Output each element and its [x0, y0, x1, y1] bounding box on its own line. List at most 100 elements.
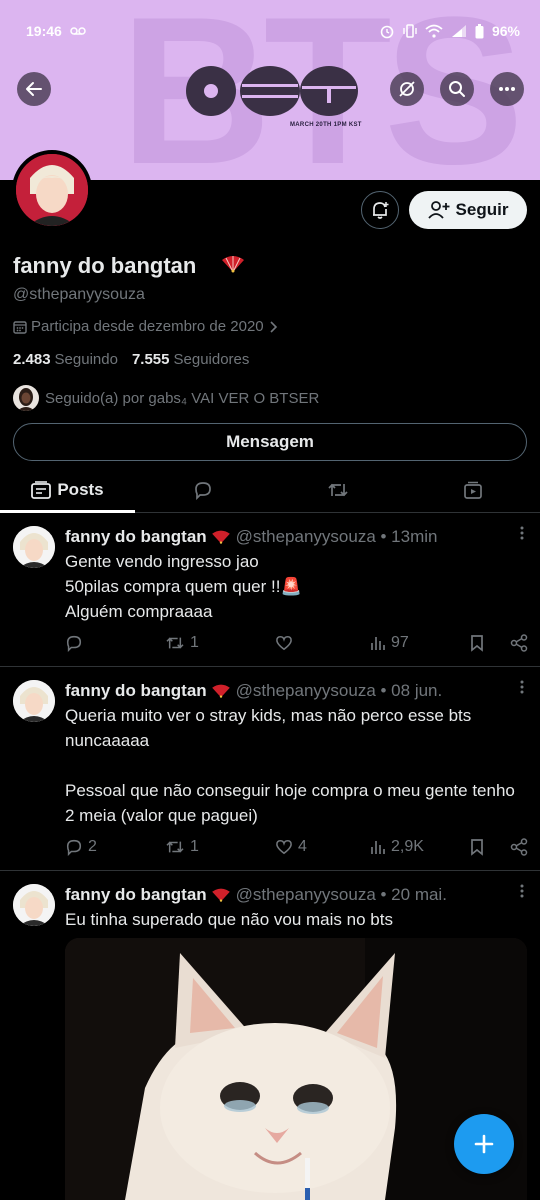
battery-icon [475, 23, 484, 38]
profile-handle: @sthepanyysouza [13, 286, 145, 303]
like-button[interactable]: 4 [275, 838, 370, 856]
following-link[interactable]: 2.483 Seguindo [13, 351, 118, 368]
post-avatar[interactable] [13, 884, 55, 926]
followed-by[interactable]: Seguido(a) por gabs₄ VAI VER O BTSER [13, 385, 319, 411]
bookmark-button[interactable] [470, 838, 510, 856]
more-options-button[interactable] [490, 72, 524, 106]
vibrate-icon [403, 24, 417, 38]
post-more-button[interactable] [520, 526, 524, 545]
calendar-icon [13, 320, 27, 334]
display-name: fanny do bangtan [13, 253, 197, 278]
views-button[interactable]: 97 [370, 634, 470, 652]
following-label: Seguindo [54, 351, 118, 368]
reply-button[interactable] [65, 634, 165, 652]
post-author[interactable]: fanny do bangtan [65, 527, 207, 547]
heart-icon [276, 840, 292, 855]
post-more-button[interactable] [520, 680, 524, 699]
add-user-icon [427, 201, 450, 219]
like-count: 4 [298, 838, 307, 855]
post-author[interactable]: fanny do bangtan [65, 681, 207, 701]
repost-button[interactable]: 1 [165, 634, 275, 652]
follower-avatar-image [13, 385, 39, 411]
bookmark-button[interactable] [470, 634, 510, 652]
message-label: Mensagem [226, 432, 314, 451]
post-item[interactable]: fanny do bangtan @sthepanyysouza • 08 ju… [0, 668, 540, 871]
views-icon [371, 637, 385, 650]
following-count: 2.483 [13, 351, 51, 368]
post-text: Eu tinha superado que não vou mais no bt… [65, 910, 393, 929]
views-count: 97 [391, 634, 409, 651]
post-actions: 2 1 4 2,9K [65, 838, 530, 856]
fan-icon [211, 684, 230, 698]
back-arrow-icon [26, 82, 42, 96]
post-text: Queria muito ver o stray kids, mas não p… [65, 706, 515, 825]
post-author[interactable]: fanny do bangtan [65, 885, 207, 905]
share-icon [510, 838, 528, 856]
followers-link[interactable]: 7.555 Seguidores [132, 351, 249, 368]
views-icon [371, 841, 385, 854]
post-avatar[interactable] [13, 526, 55, 568]
repost-icon [166, 841, 184, 853]
views-button[interactable]: 2,9K [370, 838, 470, 856]
fan-icon [222, 256, 244, 273]
more-horizontal-icon [499, 87, 515, 91]
banner-logo [186, 66, 358, 116]
search-icon [449, 81, 465, 97]
like-button[interactable] [275, 635, 370, 651]
tab-media[interactable] [405, 467, 540, 512]
follow-button[interactable]: Seguir [409, 191, 527, 229]
fan-icon [211, 530, 230, 544]
post-more-button[interactable] [520, 884, 524, 903]
search-button[interactable] [440, 72, 474, 106]
more-vertical-icon [520, 884, 524, 898]
post-media-image[interactable] [65, 938, 527, 1200]
media-icon [463, 481, 482, 499]
signal-icon [451, 25, 466, 37]
battery-level: 96% [491, 23, 520, 39]
wifi-icon [425, 24, 443, 38]
follow-label: Seguir [455, 200, 509, 219]
fan-icon [211, 888, 230, 902]
replies-icon [194, 481, 211, 500]
bookmark-icon [471, 839, 483, 856]
post-avatar[interactable] [13, 680, 55, 722]
repost-icon [166, 637, 184, 649]
followers-count: 7.555 [131, 351, 170, 368]
tab-replies[interactable] [135, 467, 270, 512]
tab-reposts[interactable] [270, 467, 405, 512]
status-time: 19:46 [26, 23, 62, 39]
post-header: fanny do bangtan @sthepanyysouza • 20 ma… [65, 885, 447, 905]
post-item[interactable]: fanny do bangtan @sthepanyysouza • 13min… [0, 514, 540, 667]
repost-count: 1 [190, 838, 199, 855]
more-vertical-icon [520, 526, 524, 540]
profile-avatar[interactable] [12, 150, 92, 230]
post-actions: 1 97 [65, 634, 530, 652]
followers-label: Seguidores [173, 351, 250, 368]
alarm-icon [380, 25, 394, 39]
back-button[interactable] [17, 72, 51, 106]
share-button[interactable] [510, 634, 530, 652]
follower-avatar [13, 385, 39, 411]
share-icon [510, 634, 528, 652]
repost-button[interactable]: 1 [165, 838, 275, 856]
status-bar: 19:46 96% [0, 0, 540, 62]
banner-date: MARCH 20TH 1PM KST [290, 122, 362, 128]
message-button[interactable]: Mensagem [13, 423, 527, 461]
grok-button[interactable] [390, 72, 424, 106]
compose-post-button[interactable] [454, 1114, 514, 1174]
views-count: 2,9K [391, 838, 424, 855]
reply-count: 2 [88, 838, 97, 855]
post-avatar-image [13, 680, 55, 722]
tab-posts[interactable]: Posts [0, 467, 135, 513]
avatar-image [16, 154, 88, 226]
tab-posts-label: Posts [57, 479, 104, 499]
notifications-toggle-button[interactable] [361, 191, 399, 229]
plus-icon [474, 1134, 494, 1154]
reply-button[interactable]: 2 [65, 838, 165, 856]
post-avatar-image [13, 526, 55, 568]
share-button[interactable] [510, 838, 530, 856]
bookmark-icon [471, 635, 483, 652]
post-meta: @sthepanyysouza • 20 mai. [235, 885, 447, 904]
heart-icon [276, 636, 292, 651]
joined-date[interactable]: Participa desde dezembro de 2020 [13, 318, 278, 335]
